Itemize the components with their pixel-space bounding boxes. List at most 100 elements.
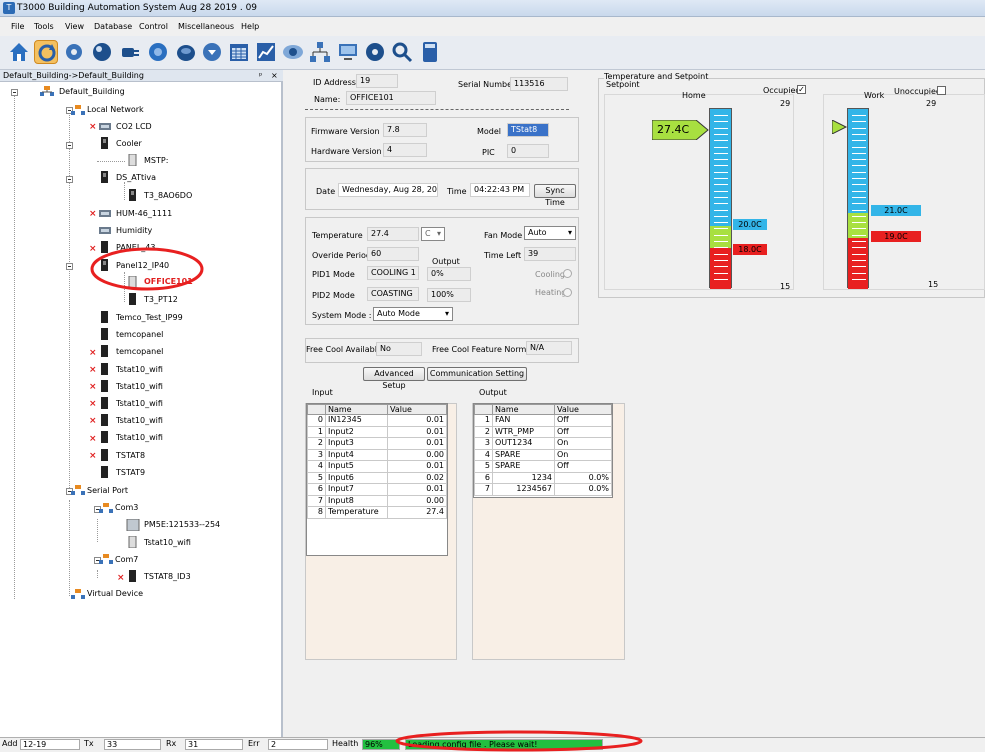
- table-row[interactable]: 4 Input5 0.01: [307, 460, 447, 473]
- sync-time-button[interactable]: Sync Time: [534, 184, 576, 207]
- cell-name[interactable]: FAN: [492, 414, 555, 427]
- output-table[interactable]: Name Value 1 FAN Off 2 WTR_PMP Off 3 OUT1234 On 4 S…: [473, 403, 613, 498]
- tree-node[interactable]: TSTAT8_ID3: [144, 571, 191, 583]
- home-low-setpoint[interactable]: 18.0C: [733, 244, 767, 255]
- cell-name[interactable]: OUT1234: [492, 437, 555, 450]
- col-header[interactable]: Name: [325, 404, 388, 415]
- home-icon[interactable]: [7, 40, 31, 64]
- calendar-icon[interactable]: [227, 40, 251, 64]
- pin-icon[interactable]: ᵖ: [259, 71, 262, 80]
- tree-node[interactable]: Tstat10_wifi: [116, 432, 163, 444]
- table-row[interactable]: 8 Temperature 27.4: [307, 506, 447, 519]
- expand-toggle[interactable]: [66, 142, 73, 149]
- work-low-setpoint[interactable]: 19.0C: [871, 231, 921, 242]
- firmware-field[interactable]: 7.8: [383, 123, 427, 137]
- cell-index[interactable]: 6: [307, 483, 326, 496]
- cell-value[interactable]: 0.01: [387, 483, 447, 496]
- tree-node[interactable]: CO2 LCD: [116, 121, 152, 133]
- cell-index[interactable]: 3: [307, 448, 326, 461]
- fan-icon[interactable]: [146, 40, 170, 64]
- cell-name[interactable]: Input4: [325, 448, 388, 461]
- tree-root[interactable]: Default_Building: [59, 86, 125, 98]
- tree-serial-port[interactable]: Serial Port: [87, 485, 128, 497]
- tree-local-network[interactable]: Local Network: [87, 104, 144, 116]
- table-row[interactable]: 1 FAN Off: [474, 414, 612, 427]
- menu-help[interactable]: Help: [241, 22, 259, 31]
- connector-icon[interactable]: [118, 40, 142, 64]
- table-row[interactable]: 3 Input4 0.00: [307, 448, 447, 461]
- unoccupied-checkbox[interactable]: [937, 86, 946, 95]
- free-cool-feature-field[interactable]: N/A: [526, 341, 572, 355]
- temperature-field[interactable]: 27.4: [367, 227, 419, 241]
- close-icon[interactable]: ×: [271, 71, 278, 80]
- cell-value[interactable]: Off: [554, 425, 612, 438]
- table-row[interactable]: 2 Input3 0.01: [307, 437, 447, 450]
- cell-index[interactable]: 2: [307, 437, 326, 450]
- tree-node[interactable]: Cooler: [116, 138, 142, 150]
- hardware-field[interactable]: 4: [383, 143, 427, 157]
- cell-name[interactable]: IN12345: [325, 414, 388, 427]
- override-field[interactable]: 60: [367, 247, 419, 261]
- date-field[interactable]: Wednesday, Aug 28, 2019: [338, 183, 438, 197]
- table-row[interactable]: 1 Input2 0.01: [307, 425, 447, 438]
- pid2-output-field[interactable]: 100%: [427, 288, 471, 302]
- cell-name[interactable]: Input8: [325, 494, 388, 507]
- occupied-checkbox[interactable]: ✓: [797, 85, 806, 94]
- input-table[interactable]: Name Value 0 IN12345 0.01 1 Input2 0.01 2 Input3…: [306, 403, 448, 556]
- tree-node[interactable]: DS_ATtiva: [116, 172, 156, 184]
- download-icon[interactable]: [200, 40, 224, 64]
- tree-com3[interactable]: Com3: [115, 502, 138, 514]
- model-field[interactable]: TStat8: [507, 123, 549, 137]
- globe-icon[interactable]: [90, 40, 114, 64]
- cell-value[interactable]: 0.01: [387, 414, 447, 427]
- cell-index[interactable]: 8: [307, 506, 326, 519]
- menu-view[interactable]: View: [65, 22, 84, 31]
- network-icon[interactable]: [308, 40, 332, 64]
- disk-icon[interactable]: [174, 40, 198, 64]
- id-field[interactable]: 19: [356, 74, 398, 88]
- home-high-setpoint[interactable]: 20.0C: [733, 219, 767, 230]
- table-row[interactable]: 3 OUT1234 On: [474, 437, 612, 450]
- free-cool-field[interactable]: No: [376, 342, 422, 356]
- cell-value[interactable]: 0.0%: [554, 483, 612, 496]
- cell-name[interactable]: SPARE: [492, 460, 555, 473]
- search-icon[interactable]: [390, 40, 414, 64]
- pid1-output-field[interactable]: 0%: [427, 267, 471, 281]
- tree-node[interactable]: temcopanel: [116, 329, 163, 341]
- trend-chart-icon[interactable]: [254, 40, 278, 64]
- table-row[interactable]: 7 1234567 0.0%: [474, 483, 612, 496]
- menu-control[interactable]: Control: [139, 22, 168, 31]
- serial-field[interactable]: 113516: [510, 77, 568, 91]
- cell-name[interactable]: 1234567: [492, 483, 555, 496]
- menu-file[interactable]: File: [11, 22, 24, 31]
- col-header[interactable]: Name: [492, 404, 555, 415]
- tree-node[interactable]: T3_PT12: [144, 294, 178, 306]
- calculator-icon[interactable]: [418, 40, 442, 64]
- cell-name[interactable]: Input6: [325, 471, 388, 484]
- cell-index[interactable]: 1: [474, 414, 493, 427]
- expand-toggle[interactable]: [11, 89, 18, 96]
- table-row[interactable]: 7 Input8 0.00: [307, 494, 447, 507]
- cell-value[interactable]: 0.00: [387, 494, 447, 507]
- time-left-field[interactable]: 39: [524, 247, 576, 261]
- tree-com7[interactable]: Com7: [115, 554, 138, 566]
- tree-node[interactable]: temcopanel: [116, 346, 163, 358]
- cell-name[interactable]: Input5: [325, 460, 388, 473]
- expand-toggle[interactable]: [66, 263, 73, 270]
- cell-value[interactable]: 0.01: [387, 460, 447, 473]
- cell-name[interactable]: Temperature: [325, 506, 388, 519]
- cell-name[interactable]: Input3: [325, 437, 388, 450]
- cell-name[interactable]: 1234: [492, 471, 555, 484]
- cell-value[interactable]: 0.01: [387, 425, 447, 438]
- tree-node[interactable]: PM5E:121533--254: [144, 519, 220, 531]
- cell-value[interactable]: Off: [554, 414, 612, 427]
- monitor-icon[interactable]: [336, 40, 360, 64]
- communication-setting-button[interactable]: Communication Setting: [427, 367, 527, 381]
- menu-tools[interactable]: Tools: [34, 22, 54, 31]
- menu-database[interactable]: Database: [94, 22, 132, 31]
- tree-node[interactable]: TSTAT8: [116, 450, 145, 462]
- work-high-setpoint[interactable]: 21.0C: [871, 205, 921, 216]
- cell-index[interactable]: 4: [307, 460, 326, 473]
- tree-node[interactable]: Tstat10_wifi: [144, 537, 191, 549]
- tree-node[interactable]: TSTAT9: [116, 467, 145, 479]
